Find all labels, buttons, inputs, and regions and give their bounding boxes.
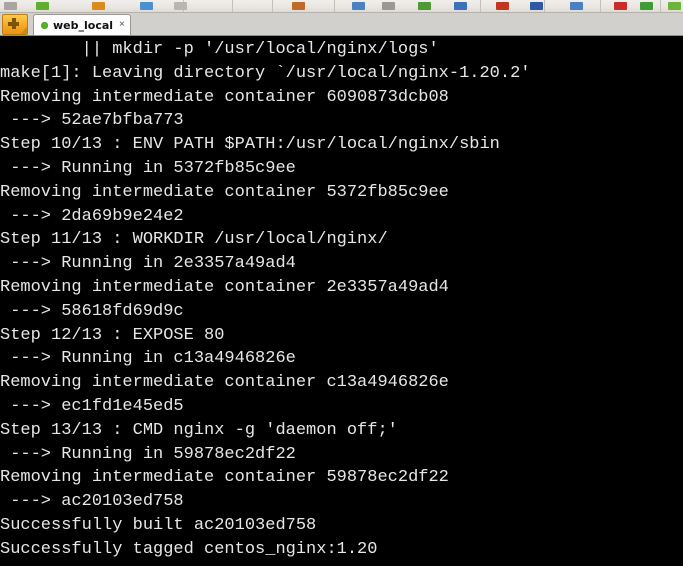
document-icon[interactable] bbox=[4, 2, 17, 10]
toolbar-separator bbox=[480, 0, 481, 12]
folder-open-icon[interactable] bbox=[92, 2, 105, 10]
terminal-line: ---> ec1fd1e45ed5 bbox=[0, 396, 184, 416]
new-tab-button[interactable] bbox=[2, 14, 28, 35]
terminal-line: ---> Running in 59878ec2df22 bbox=[0, 444, 296, 464]
toolbar-separator bbox=[544, 0, 545, 12]
application-toolbar bbox=[0, 0, 683, 13]
close-icon[interactable]: × bbox=[119, 20, 125, 30]
colors-icon[interactable] bbox=[496, 2, 509, 10]
print-icon[interactable] bbox=[292, 2, 305, 10]
terminal-line: ---> 52ae7bfba773 bbox=[0, 111, 184, 131]
terminal-line: Step 10/13 : ENV PATH $PATH:/usr/local/n… bbox=[0, 135, 500, 155]
terminal-line: ---> 2da69b9e24e2 bbox=[0, 206, 184, 226]
save-icon[interactable] bbox=[140, 2, 153, 10]
terminal-line: Step 12/13 : EXPOSE 80 bbox=[0, 325, 225, 345]
minimize-icon[interactable] bbox=[382, 2, 395, 10]
toolbar-separator bbox=[334, 0, 335, 12]
tile-green-icon[interactable] bbox=[668, 2, 681, 10]
record-red-icon[interactable] bbox=[614, 2, 627, 10]
grid-blue-icon[interactable] bbox=[570, 2, 583, 10]
globe-icon[interactable] bbox=[530, 2, 543, 10]
tab-web-local[interactable]: web_local × bbox=[33, 14, 131, 35]
terminal-line: ---> Running in c13a4946826e bbox=[0, 349, 296, 369]
terminal-line: Removing intermediate container 6090873d… bbox=[0, 87, 449, 107]
terminal-line: Removing intermediate container 5372fb85… bbox=[0, 182, 449, 202]
terminal-line: Step 13/13 : CMD nginx -g 'daemon off;' bbox=[0, 420, 398, 440]
play-green-icon[interactable] bbox=[640, 2, 653, 10]
terminal-line: make[1]: Leaving directory `/usr/local/n… bbox=[0, 63, 531, 83]
terminal-line: Successfully tagged centos_nginx:1.20 bbox=[0, 539, 378, 559]
terminal-line: ---> 58618fd69d9c bbox=[0, 301, 184, 321]
tab-bar: web_local × bbox=[0, 13, 683, 36]
terminal-line: Successfully built ac20103ed758 bbox=[0, 515, 317, 535]
terminal-line: Removing intermediate container 2e3357a4… bbox=[0, 277, 449, 297]
terminal-application-window: web_local × || mkdir -p '/usr/local/ngin… bbox=[0, 0, 683, 566]
search-icon[interactable] bbox=[174, 2, 187, 10]
window-icon[interactable] bbox=[352, 2, 365, 10]
terminal-line: Removing intermediate container 59878ec2… bbox=[0, 468, 449, 488]
terminal-line: ---> Running in 5372fb85c9ee bbox=[0, 158, 296, 178]
terminal-blue-icon[interactable] bbox=[454, 2, 467, 10]
terminal-line: ---> ac20103ed758 bbox=[0, 492, 184, 512]
terminal-line: ---> Running in 2e3357a49ad4 bbox=[0, 254, 296, 274]
pen-green-icon[interactable] bbox=[418, 2, 431, 10]
tab-label: web_local bbox=[53, 18, 114, 32]
connection-status-icon bbox=[41, 21, 48, 29]
toolbar-separator bbox=[272, 0, 273, 12]
toolbar-separator bbox=[660, 0, 661, 12]
terminal-line: || mkdir -p '/usr/local/nginx/logs' bbox=[0, 40, 439, 59]
toolbar-separator bbox=[232, 0, 233, 12]
refresh-green-icon[interactable] bbox=[36, 2, 49, 10]
toolbar-separator bbox=[600, 0, 601, 12]
terminal-line: Step 11/13 : WORKDIR /usr/local/nginx/ bbox=[0, 230, 388, 250]
plus-icon-horizontal bbox=[8, 22, 19, 26]
corner-fold-decoration bbox=[20, 27, 27, 34]
terminal-output[interactable]: || mkdir -p '/usr/local/nginx/logs' make[… bbox=[0, 36, 683, 566]
terminal-line: Removing intermediate container c13a4946… bbox=[0, 373, 449, 393]
